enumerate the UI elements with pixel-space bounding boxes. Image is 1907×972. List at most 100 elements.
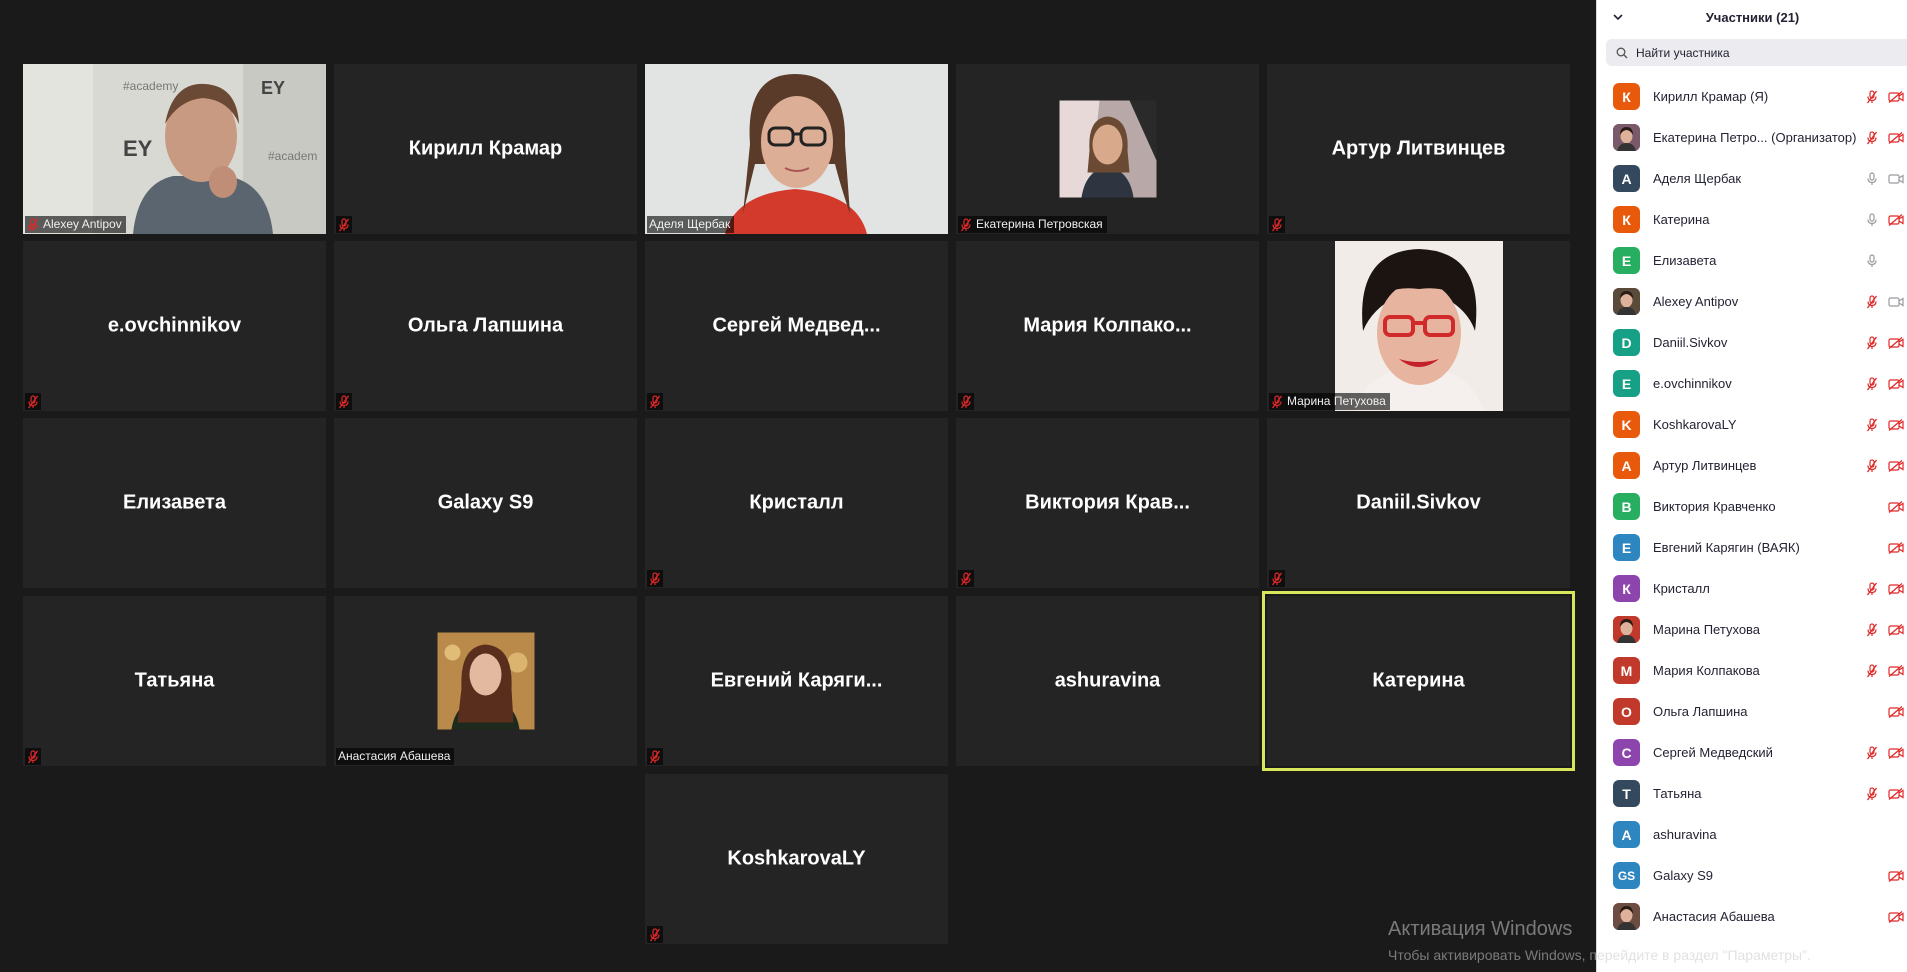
video-tile[interactable]: Евгений Каряги... bbox=[645, 596, 948, 766]
mic-muted-icon[interactable] bbox=[1860, 89, 1884, 105]
participant-row[interactable]: О Ольга Лапшина bbox=[1597, 691, 1907, 732]
participant-row[interactable]: А Артур Литвинцев bbox=[1597, 445, 1907, 486]
mic-muted-icon bbox=[649, 571, 661, 586]
camera-off-icon[interactable] bbox=[1884, 581, 1907, 597]
video-tile[interactable]: Кирилл Крамар bbox=[334, 64, 637, 234]
video-tile[interactable]: Аделя Щербак bbox=[645, 64, 948, 234]
camera-icon[interactable] bbox=[1884, 171, 1907, 187]
mic-muted-icon[interactable] bbox=[1860, 663, 1884, 679]
camera-off-icon[interactable] bbox=[1884, 89, 1907, 105]
video-tile[interactable]: Екатерина Петровская bbox=[956, 64, 1259, 234]
mic-icon[interactable] bbox=[1860, 171, 1884, 187]
name-tag-label: Анастасия Абашева bbox=[338, 749, 451, 763]
camera-off-icon[interactable] bbox=[1884, 335, 1907, 351]
participant-display-name: Сергей Медвед... bbox=[712, 314, 881, 337]
camera-off-icon[interactable] bbox=[1884, 417, 1907, 433]
participant-row[interactable]: Е Евгений Карягин (ВАЯК) bbox=[1597, 527, 1907, 568]
camera-off-icon[interactable] bbox=[1884, 540, 1907, 556]
mic-muted-icon[interactable] bbox=[1860, 622, 1884, 638]
empty-slot bbox=[1860, 909, 1884, 925]
video-tile[interactable]: Анастасия Абашева bbox=[334, 596, 637, 766]
video-tile[interactable]: Татьяна bbox=[23, 596, 326, 766]
mic-muted-icon[interactable] bbox=[1860, 335, 1884, 351]
empty-slot bbox=[1860, 827, 1884, 843]
camera-off-icon[interactable] bbox=[1884, 130, 1907, 146]
name-tag: Аделя Щербак bbox=[647, 216, 735, 233]
avatar bbox=[1613, 288, 1640, 315]
participant-row[interactable]: GS Galaxy S9 bbox=[1597, 855, 1907, 896]
camera-off-icon[interactable] bbox=[1884, 745, 1907, 761]
mic-icon[interactable] bbox=[1860, 212, 1884, 228]
camera-off-icon[interactable] bbox=[1884, 458, 1907, 474]
search-input[interactable] bbox=[1634, 44, 1898, 61]
video-gallery: #academy #academ EY EY Alexey Antipov Кир… bbox=[0, 0, 1596, 972]
mic-muted-icon[interactable] bbox=[1860, 417, 1884, 433]
video-tile[interactable]: Марина Петухова bbox=[1267, 241, 1570, 411]
camera-off-icon[interactable] bbox=[1884, 499, 1907, 515]
participant-row[interactable]: K KoshkarovaLY bbox=[1597, 404, 1907, 445]
participant-row[interactable]: К Катерина bbox=[1597, 199, 1907, 240]
video-tile[interactable]: e.ovchinnikov bbox=[23, 241, 326, 411]
video-tile[interactable]: ashuravina bbox=[956, 596, 1259, 766]
name-tag bbox=[1269, 216, 1285, 233]
camera-off-icon[interactable] bbox=[1884, 909, 1907, 925]
participant-row[interactable]: В Виктория Кравченко bbox=[1597, 486, 1907, 527]
avatar: Т bbox=[1613, 780, 1640, 807]
mic-muted-icon[interactable] bbox=[1860, 581, 1884, 597]
mic-muted-icon[interactable] bbox=[1860, 786, 1884, 802]
participant-row[interactable]: С Сергей Медведский bbox=[1597, 732, 1907, 773]
mic-muted-icon[interactable] bbox=[1860, 745, 1884, 761]
video-tile[interactable]: Daniil.Sivkov bbox=[1267, 418, 1570, 588]
video-tile[interactable]: Ольга Лапшина bbox=[334, 241, 637, 411]
mic-icon[interactable] bbox=[1860, 253, 1884, 269]
participant-row[interactable]: Е Елизавета bbox=[1597, 240, 1907, 281]
participant-row[interactable]: Alexey Antipov bbox=[1597, 281, 1907, 322]
name-tag bbox=[25, 393, 41, 410]
avatar: В bbox=[1613, 493, 1640, 520]
windows-activation-watermark: Активация Windows Чтобы активировать Win… bbox=[1388, 917, 1811, 967]
mic-muted-icon[interactable] bbox=[1860, 294, 1884, 310]
camera-off-icon[interactable] bbox=[1884, 868, 1907, 884]
participant-row[interactable]: М Мария Колпакова bbox=[1597, 650, 1907, 691]
video-tile[interactable]: KoshkarovaLY bbox=[645, 774, 948, 944]
participant-row[interactable]: К Кристалл bbox=[1597, 568, 1907, 609]
mic-muted-icon[interactable] bbox=[1860, 130, 1884, 146]
participant-name: Марина Петухова bbox=[1653, 622, 1761, 637]
camera-off-icon[interactable] bbox=[1884, 704, 1907, 720]
video-tile[interactable]: Galaxy S9 bbox=[334, 418, 637, 588]
mic-muted-icon[interactable] bbox=[1860, 376, 1884, 392]
participant-row[interactable]: Екатерина Петро... (Организатор) bbox=[1597, 117, 1907, 158]
name-tag: Анастасия Абашева bbox=[336, 748, 455, 765]
participant-row[interactable]: Марина Петухова bbox=[1597, 609, 1907, 650]
participant-name: Аделя Щербак bbox=[1653, 171, 1742, 186]
video-tile[interactable]: #academy #academ EY EY Alexey Antipov bbox=[23, 64, 326, 234]
camera-off-icon[interactable] bbox=[1884, 622, 1907, 638]
video-tile[interactable]: Виктория Крав... bbox=[956, 418, 1259, 588]
chevron-down-icon[interactable] bbox=[1611, 10, 1625, 24]
participant-row[interactable]: А Аделя Щербак bbox=[1597, 158, 1907, 199]
participant-row[interactable]: Aashuravina bbox=[1597, 814, 1907, 855]
video-tile[interactable]: Мария Колпако... bbox=[956, 241, 1259, 411]
mic-muted-icon[interactable] bbox=[1860, 458, 1884, 474]
search-box[interactable] bbox=[1606, 39, 1907, 66]
camera-off-icon[interactable] bbox=[1884, 663, 1907, 679]
mic-muted-icon bbox=[960, 394, 972, 409]
participant-name: Екатерина Петро... (Организатор) bbox=[1653, 130, 1857, 145]
name-tag-label: Alexey Antipov bbox=[43, 217, 122, 231]
mic-muted-icon bbox=[649, 749, 661, 764]
mic-muted-icon bbox=[338, 394, 350, 409]
camera-icon[interactable] bbox=[1884, 294, 1907, 310]
participant-row[interactable]: D Daniil.Sivkov bbox=[1597, 322, 1907, 363]
participant-row[interactable]: Т Татьяна bbox=[1597, 773, 1907, 814]
camera-off-icon[interactable] bbox=[1884, 212, 1907, 228]
video-tile[interactable]: Сергей Медвед... bbox=[645, 241, 948, 411]
video-tile[interactable]: Катерина bbox=[1262, 591, 1575, 771]
participant-row[interactable]: Ee.ovchinnikov bbox=[1597, 363, 1907, 404]
camera-off-icon[interactable] bbox=[1884, 376, 1907, 392]
participant-row[interactable]: К Кирилл Крамар (Я) bbox=[1597, 76, 1907, 117]
video-tile[interactable]: Артур Литвинцев bbox=[1267, 64, 1570, 234]
participant-status-icons bbox=[1860, 527, 1907, 568]
video-tile[interactable]: Кристалл bbox=[645, 418, 948, 588]
video-tile[interactable]: Елизавета bbox=[23, 418, 326, 588]
camera-off-icon[interactable] bbox=[1884, 786, 1907, 802]
